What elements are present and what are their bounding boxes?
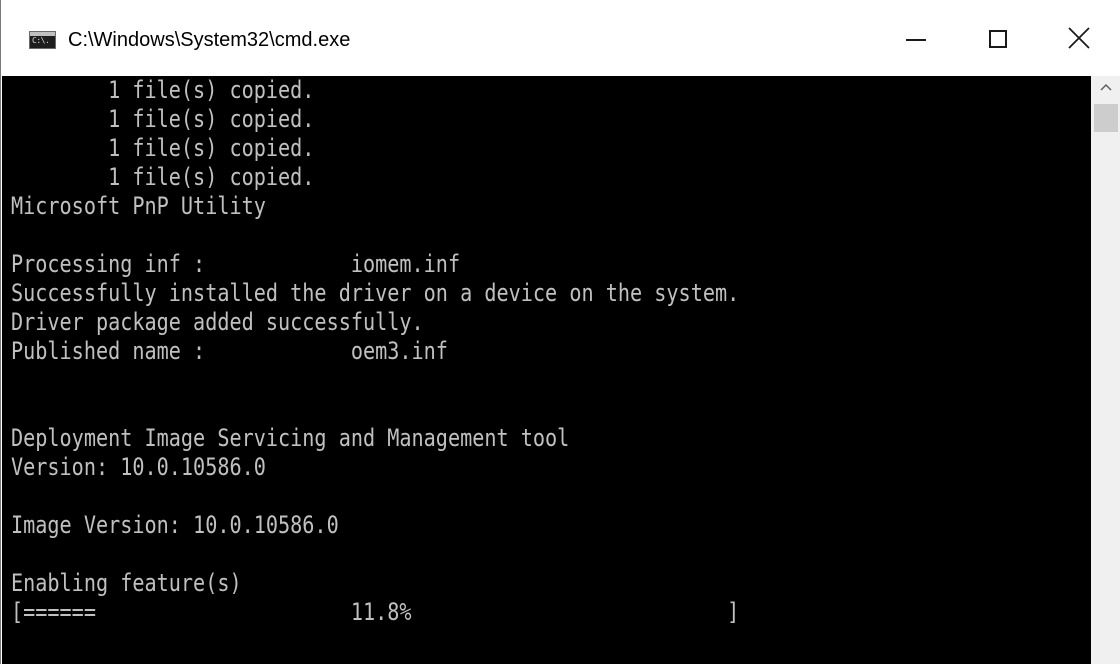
scroll-up-button[interactable] <box>1091 76 1120 100</box>
console-line: Image Version: 10.0.10586.0 <box>11 511 339 539</box>
maximize-button[interactable] <box>962 0 1038 76</box>
scroll-thumb[interactable] <box>1094 104 1118 132</box>
console-line: Enabling feature(s) <box>11 569 242 597</box>
close-button[interactable] <box>1042 0 1118 76</box>
vertical-scrollbar[interactable] <box>1091 76 1120 664</box>
console-line: 1 file(s) copied. <box>11 163 315 191</box>
console-line: Version: 10.0.10586.0 <box>11 453 266 481</box>
window-title: C:\Windows\System32\cmd.exe <box>68 29 351 51</box>
minimize-button[interactable] <box>879 0 955 76</box>
console-output-area[interactable]: 1 file(s) copied. 1 file(s) copied. 1 fi… <box>2 76 1091 664</box>
cmd-icon-label: C:\. <box>32 36 50 45</box>
cmd-icon[interactable]: C:\. <box>29 31 56 49</box>
console-line: Processing inf : iomem.inf <box>11 250 461 278</box>
cmd-window: C:\. C:\Windows\System32\cmd.exe 1 file(… <box>0 0 1120 664</box>
console-text: 1 file(s) copied. 1 file(s) copied. 1 fi… <box>11 76 739 627</box>
console-line: Deployment Image Servicing and Managemen… <box>11 424 570 452</box>
console-line: 1 file(s) copied. <box>11 134 315 162</box>
title-bar[interactable]: C:\. C:\Windows\System32\cmd.exe <box>1 0 1120 76</box>
maximize-icon <box>989 30 1007 48</box>
minimize-icon <box>906 39 926 41</box>
console-line: Microsoft PnP Utility <box>11 192 266 220</box>
console-line: [====== 11.8% ] <box>11 598 740 626</box>
console-line: Driver package added successfully. <box>11 308 424 336</box>
console-line: 1 file(s) copied. <box>11 76 315 104</box>
console-line: Successfully installed the driver on a d… <box>11 279 740 307</box>
console-line: 1 file(s) copied. <box>11 105 315 133</box>
close-icon <box>1068 27 1090 49</box>
chevron-up-icon <box>1100 83 1112 91</box>
console-line: Published name : oem3.inf <box>11 337 448 365</box>
